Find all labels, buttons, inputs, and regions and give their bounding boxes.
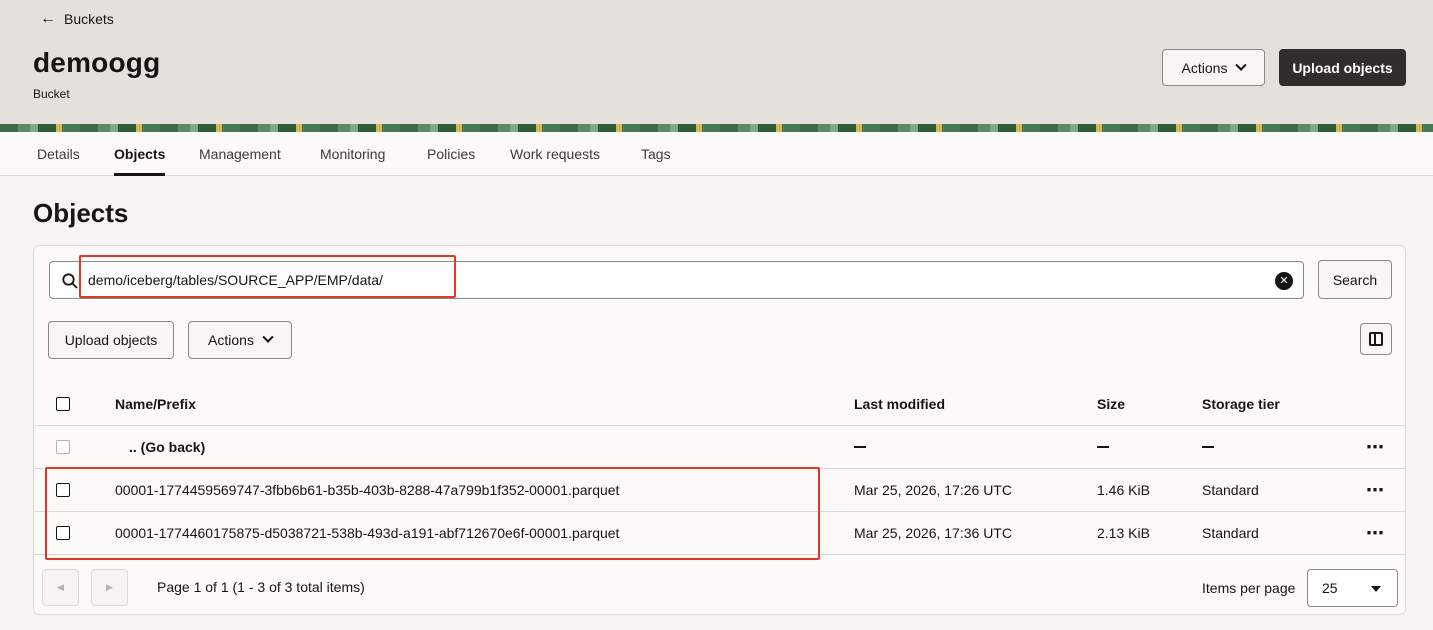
chevron-down-icon xyxy=(262,331,274,343)
upload-objects-button[interactable]: Upload objects xyxy=(48,321,174,359)
header-actions-button[interactable]: Actions xyxy=(1162,49,1265,86)
column-toggle-button[interactable] xyxy=(1360,323,1392,355)
pagination-status: Page 1 of 1 (1 - 3 of 3 total items) xyxy=(157,579,365,595)
arrow-left-icon: ← xyxy=(40,10,56,27)
table-header-row: Name/Prefix Last modified Size Storage t… xyxy=(34,382,1405,426)
tab-work-requests[interactable]: Work requests xyxy=(510,132,600,176)
tab-details[interactable]: Details xyxy=(37,132,80,176)
last-modified-cell: Mar 25, 2026, 17:36 UTC xyxy=(854,525,1012,541)
storage-tier-cell: Standard xyxy=(1202,482,1259,498)
items-per-page-value: 25 xyxy=(1322,580,1338,596)
column-header-storage-tier[interactable]: Storage tier xyxy=(1202,382,1280,425)
next-page-button[interactable]: ▶ xyxy=(91,569,128,606)
table-row-go-back[interactable]: .. (Go back) ⋯ xyxy=(34,426,1405,469)
header-upload-objects-button[interactable]: Upload objects xyxy=(1279,49,1406,86)
chevron-down-icon xyxy=(1235,59,1248,71)
actions-button-label: Actions xyxy=(208,332,254,348)
size-cell: 1.46 KiB xyxy=(1097,482,1150,498)
column-header-last-modified[interactable]: Last modified xyxy=(854,382,945,425)
page-title: demoogg xyxy=(33,47,161,78)
row-actions-menu-icon[interactable]: ⋯ xyxy=(1366,426,1385,468)
tab-objects[interactable]: Objects xyxy=(114,132,166,176)
search-button[interactable]: Search xyxy=(1318,260,1392,299)
search-icon xyxy=(62,273,78,289)
header-actions-label: Actions xyxy=(1181,59,1228,76)
back-link-label: Buckets xyxy=(64,11,114,27)
actions-button[interactable]: Actions xyxy=(188,321,292,359)
items-per-page-label: Items per page xyxy=(1202,580,1296,596)
last-modified-cell: Mar 25, 2026, 17:26 UTC xyxy=(854,482,1012,498)
caret-right-icon: ▶ xyxy=(106,582,113,592)
page-header: ← Buckets demoogg Bucket Actions Upload … xyxy=(0,0,1433,124)
tab-monitoring[interactable]: Monitoring xyxy=(320,132,385,176)
row-checkbox xyxy=(56,440,70,454)
caret-down-icon xyxy=(1371,586,1381,592)
clear-search-icon[interactable]: ✕ xyxy=(1275,272,1293,290)
tab-bar: Details Objects Management Monitoring Po… xyxy=(0,132,1433,176)
column-header-size[interactable]: Size xyxy=(1097,382,1125,425)
search-box: ✕ xyxy=(49,261,1304,299)
table-row[interactable]: 00001-1774460175875-d5038721-538b-493d-a… xyxy=(34,512,1405,555)
section-title: Objects xyxy=(33,198,129,228)
table-row[interactable]: 00001-1774459569747-3fbb6b61-b35b-403b-8… xyxy=(34,469,1405,512)
tab-management[interactable]: Management xyxy=(199,132,281,176)
object-name-link[interactable]: 00001-1774459569747-3fbb6b61-b35b-403b-8… xyxy=(115,469,619,511)
tab-policies[interactable]: Policies xyxy=(427,132,475,176)
caret-left-icon: ◀ xyxy=(57,582,64,592)
object-name-link[interactable]: 00001-1774460175875-d5038721-538b-493d-a… xyxy=(115,512,619,554)
go-back-link[interactable]: .. (Go back) xyxy=(129,426,205,468)
select-all-checkbox[interactable] xyxy=(56,397,70,411)
empty-dash xyxy=(1097,426,1109,468)
column-header-name[interactable]: Name/Prefix xyxy=(115,382,196,425)
previous-page-button[interactable]: ◀ xyxy=(42,569,79,606)
search-input[interactable] xyxy=(88,262,1268,298)
objects-panel: ✕ Search Upload objects Actions Name/Pre… xyxy=(33,245,1406,615)
size-cell: 2.13 KiB xyxy=(1097,525,1150,541)
row-checkbox[interactable] xyxy=(56,483,70,497)
columns-icon xyxy=(1369,332,1383,346)
empty-dash xyxy=(854,426,866,468)
resource-type-label: Bucket xyxy=(33,87,70,101)
row-actions-menu-icon[interactable]: ⋯ xyxy=(1366,469,1385,511)
row-checkbox[interactable] xyxy=(56,526,70,540)
decorative-banner xyxy=(0,124,1433,132)
back-to-buckets-link[interactable]: ← Buckets xyxy=(40,8,114,30)
storage-tier-cell: Standard xyxy=(1202,525,1259,541)
items-per-page-select[interactable]: 25 xyxy=(1307,569,1398,607)
row-actions-menu-icon[interactable]: ⋯ xyxy=(1366,512,1385,554)
tab-tags[interactable]: Tags xyxy=(641,132,671,176)
empty-dash xyxy=(1202,426,1214,468)
